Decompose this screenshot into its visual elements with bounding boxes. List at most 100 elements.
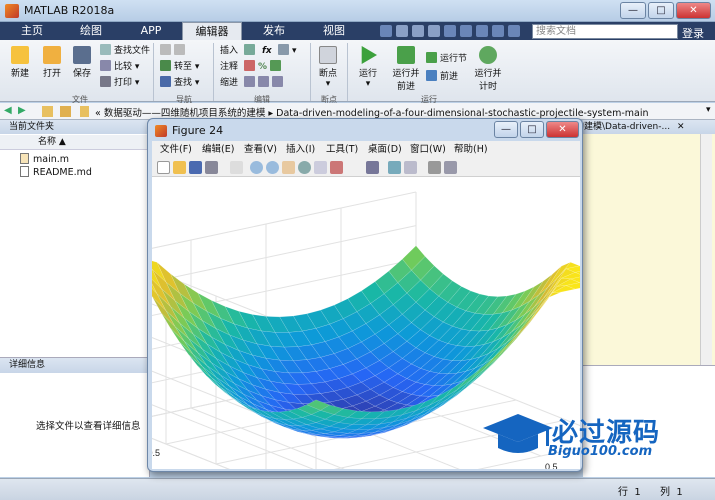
hide-tools-icon[interactable] <box>428 161 441 174</box>
menu-help[interactable]: 帮助(H) <box>454 141 488 158</box>
up-folder-icon[interactable] <box>42 106 53 117</box>
insert-colorbar-icon[interactable] <box>388 161 401 174</box>
save-button[interactable]: 保存 <box>68 46 96 79</box>
close-button[interactable]: ✕ <box>676 2 711 19</box>
figure-minimize-button[interactable]: — <box>494 121 518 138</box>
menu-insert[interactable]: 插入(I) <box>286 141 315 158</box>
editor-close-icon[interactable]: ✕ <box>677 122 685 132</box>
show-tools-icon[interactable] <box>444 161 457 174</box>
current-path[interactable]: « 数据驱动——四维随机项目系统的建模 ▸ Data-driven-modeli… <box>95 105 649 119</box>
redo-icon[interactable] <box>460 25 472 37</box>
run-icon <box>361 46 377 64</box>
current-folder-panel: 当前文件夹 名称 ▲ main.m README.md <box>0 120 150 362</box>
menu-window[interactable]: 窗口(W) <box>410 141 446 158</box>
menu-file[interactable]: 文件(F) <box>160 141 192 158</box>
run-section-icon <box>426 52 437 63</box>
nav-back-forward[interactable] <box>160 44 188 58</box>
address-dropdown-icon[interactable]: ▾ <box>706 105 711 115</box>
fx-button[interactable]: fx <box>262 44 272 58</box>
run-and-advance-button[interactable]: 运行并 前进 <box>390 46 422 92</box>
figure-maximize-button[interactable]: □ <box>520 121 544 138</box>
back-arrow-icon[interactable]: ◀ <box>4 105 12 116</box>
search-input[interactable]: 搜索文档 <box>532 24 678 39</box>
open-file-icon[interactable] <box>173 161 186 174</box>
tab-editor[interactable]: 编辑器 <box>182 22 242 40</box>
tab-view[interactable]: 视图 <box>306 22 362 40</box>
insert-legend-icon[interactable] <box>404 161 417 174</box>
link-plot-icon[interactable] <box>366 161 379 174</box>
insert-button[interactable]: 插入 <box>220 44 238 58</box>
new-file-icon <box>11 46 29 64</box>
find-button[interactable]: 查找 ▾ <box>160 76 199 90</box>
breakpoint-icon <box>319 46 337 64</box>
folder-icon <box>80 106 89 117</box>
customize-icon[interactable] <box>508 25 520 37</box>
editor-scrollbar[interactable] <box>700 134 712 365</box>
tab-publish[interactable]: 发布 <box>246 22 302 40</box>
print-figure-icon[interactable] <box>205 161 218 174</box>
help-icon[interactable] <box>492 25 504 37</box>
run-advance-icon <box>397 46 415 64</box>
figure-toolbar <box>152 158 580 177</box>
text-file-icon <box>20 166 29 177</box>
cut-icon[interactable] <box>396 25 408 37</box>
figure-close-button[interactable]: ✕ <box>546 121 579 138</box>
x-tick-label: 0.5 <box>545 462 558 469</box>
indent-button[interactable]: 缩进 <box>220 76 238 90</box>
run-button[interactable]: 运行 ▾ <box>354 46 382 89</box>
details-title: 详细信息 <box>0 358 150 373</box>
find-icon <box>160 76 171 87</box>
insert-function-icon[interactable]: ▾ <box>278 44 297 58</box>
run-section-button[interactable]: 运行节 <box>426 52 467 66</box>
file-item[interactable]: README.md <box>20 166 92 179</box>
insert-section-icon[interactable] <box>244 44 258 58</box>
browse-folder-icon[interactable] <box>60 106 71 117</box>
comment-icons[interactable]: % <box>244 60 284 74</box>
graduation-cap-logo <box>483 414 553 453</box>
switch-windows-icon[interactable] <box>476 25 488 37</box>
menu-view[interactable]: 查看(V) <box>244 141 277 158</box>
new-button[interactable]: 新建 <box>6 46 34 79</box>
menu-edit[interactable]: 编辑(E) <box>202 141 234 158</box>
tab-home[interactable]: 主页 <box>6 22 58 40</box>
open-button[interactable]: 打开 <box>38 46 66 79</box>
details-panel: 详细信息 选择文件以查看详细信息 <box>0 357 150 477</box>
copy-icon[interactable] <box>412 25 424 37</box>
menu-tools[interactable]: 工具(T) <box>326 141 358 158</box>
current-folder-title: 当前文件夹 <box>0 120 150 134</box>
quick-save-icon[interactable] <box>380 25 392 37</box>
rotate-3d-icon[interactable] <box>298 161 311 174</box>
name-column-header[interactable]: 名称 ▲ <box>0 135 150 150</box>
zoom-in-icon[interactable] <box>250 161 263 174</box>
menu-desktop[interactable]: 桌面(D) <box>368 141 402 158</box>
paste-icon[interactable] <box>428 25 440 37</box>
undo-icon[interactable] <box>444 25 456 37</box>
goto-button[interactable]: 转至 ▾ <box>160 60 199 74</box>
tab-plots[interactable]: 绘图 <box>62 22 120 40</box>
tab-apps[interactable]: APP <box>124 22 178 40</box>
brush-icon[interactable] <box>330 161 343 174</box>
maximize-button[interactable]: □ <box>648 2 674 19</box>
figure-logo-icon <box>155 125 167 137</box>
find-files-button[interactable]: 查找文件 <box>100 44 150 58</box>
new-figure-icon[interactable] <box>157 161 170 174</box>
save-figure-icon[interactable] <box>189 161 202 174</box>
pan-icon[interactable] <box>282 161 295 174</box>
indent-icons[interactable] <box>244 76 286 90</box>
advance-button[interactable]: 前进 <box>426 70 458 84</box>
data-cursor-icon[interactable] <box>314 161 327 174</box>
minimize-button[interactable]: — <box>620 2 646 19</box>
editor-panel[interactable]: 的建模\Data-driven-... ✕ <box>583 120 715 365</box>
run-and-time-button[interactable]: 运行并 计时 <box>472 46 504 92</box>
row-indicator: 行 1 <box>618 487 641 498</box>
zoom-out-icon[interactable] <box>266 161 279 174</box>
breakpoints-button[interactable]: 断点 ▾ <box>314 46 342 89</box>
file-item[interactable]: main.m <box>20 153 69 166</box>
forward-arrow-icon[interactable]: ▶ <box>18 105 26 116</box>
comment-button[interactable]: 注释 <box>220 60 238 74</box>
edit-plot-icon[interactable] <box>230 161 243 174</box>
window-title: MATLAB R2018a <box>24 4 115 17</box>
login-button[interactable]: 登录 <box>682 25 704 41</box>
print-button[interactable]: 打印 ▾ <box>100 76 139 90</box>
compare-button[interactable]: 比较 ▾ <box>100 60 139 74</box>
